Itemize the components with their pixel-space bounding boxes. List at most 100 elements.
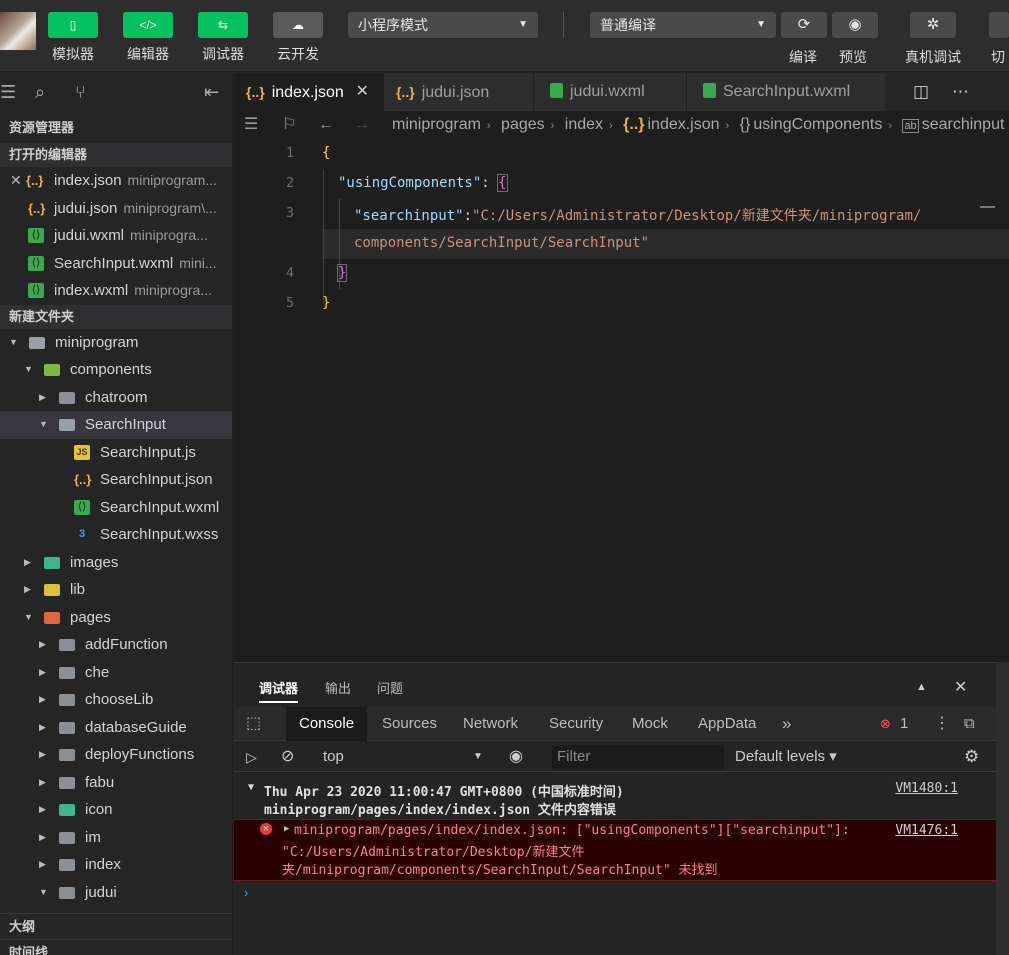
tree-item[interactable]: 3 SearchInput.wxss bbox=[0, 521, 232, 549]
bookmark-icon[interactable]: ⚐ bbox=[282, 111, 296, 139]
maximize-panel-icon[interactable]: ▲ bbox=[916, 681, 927, 693]
open-editors-section[interactable]: 打开的编辑器 bbox=[0, 143, 232, 167]
gear-icon[interactable]: ⚙ bbox=[964, 742, 979, 772]
tree-item[interactable]: ▼ SearchInput bbox=[0, 411, 232, 439]
open-editor-item[interactable]: ✕ {..} index.json miniprogram... bbox=[0, 167, 232, 195]
outline-section[interactable]: 大纲 bbox=[0, 913, 232, 939]
context-select-value[interactable]: top bbox=[323, 742, 344, 772]
compile-button[interactable]: ⟳ bbox=[781, 12, 827, 38]
tab-mock[interactable]: Mock bbox=[632, 707, 668, 741]
chevron-down-icon[interactable]: ▼ bbox=[9, 329, 18, 357]
mode-select[interactable]: 小程序模式 ▼ bbox=[348, 12, 538, 38]
forward-arrow-icon[interactable]: → bbox=[354, 111, 370, 139]
tree-item[interactable]: ▶ images bbox=[0, 549, 232, 577]
clear-console-icon[interactable]: ⊘ bbox=[281, 742, 294, 772]
tree-item[interactable]: ▼ miniprogram bbox=[0, 329, 232, 357]
compile-select[interactable]: 普通编译 ▼ bbox=[590, 12, 776, 38]
menu-icon[interactable]: ☰ bbox=[0, 82, 16, 103]
chevron-right-icon[interactable]: ▶ bbox=[39, 741, 46, 769]
search-icon[interactable]: ⌕ bbox=[35, 82, 45, 103]
open-editor-item[interactable]: ⟨⟩ judui.wxml miniprogra... bbox=[0, 222, 232, 250]
expand-arrow-icon[interactable]: ▶ bbox=[284, 824, 289, 834]
chevron-right-icon[interactable]: ▶ bbox=[39, 851, 46, 879]
chevron-right-icon[interactable]: ▶ bbox=[24, 576, 31, 604]
breadcrumb-item[interactable]: pages bbox=[501, 116, 545, 133]
breadcrumb-item[interactable]: index bbox=[565, 116, 603, 133]
error-count[interactable]: 1 bbox=[900, 707, 908, 741]
chevron-right-icon[interactable]: ▶ bbox=[39, 824, 46, 852]
tab-judui-wxml[interactable]: judui.wxml bbox=[534, 73, 687, 111]
tab-problems[interactable]: 问题 bbox=[377, 678, 403, 697]
filter-input[interactable]: Filter bbox=[552, 745, 724, 769]
breadcrumb-item[interactable]: index.json bbox=[647, 116, 719, 133]
open-editor-item[interactable]: {..} judui.json miniprogram\... bbox=[0, 195, 232, 223]
chevron-down-icon[interactable]: ▼ bbox=[39, 411, 48, 439]
tree-item[interactable]: ▶ deployFunctions bbox=[0, 741, 232, 769]
open-editor-item[interactable]: ⟨⟩ SearchInput.wxml mini... bbox=[0, 250, 232, 278]
editor-button[interactable]: </> 编辑器 bbox=[113, 0, 183, 72]
kebab-menu-icon[interactable]: ⋮ bbox=[934, 707, 950, 741]
tree-item[interactable]: ▶ chooseLib bbox=[0, 686, 232, 714]
tree-item[interactable]: ▶ fabu bbox=[0, 769, 232, 797]
tab-appdata[interactable]: AppData bbox=[698, 707, 756, 741]
tree-item[interactable]: ▶ addFunction bbox=[0, 631, 232, 659]
chevron-right-icon[interactable]: ▶ bbox=[39, 686, 46, 714]
list-icon[interactable]: ☰ bbox=[244, 111, 258, 139]
switch-button[interactable] bbox=[989, 12, 1009, 38]
tree-item[interactable]: ⟨⟩ SearchInput.wxml bbox=[0, 494, 232, 522]
source-control-icon[interactable]: ⑂ bbox=[75, 82, 86, 103]
tree-item[interactable]: ▶ icon bbox=[0, 796, 232, 824]
breadcrumb-item[interactable]: usingComponents bbox=[753, 116, 882, 133]
inspect-element-icon[interactable]: ⬚ bbox=[246, 707, 261, 741]
tree-item[interactable]: ▶ im bbox=[0, 824, 232, 852]
tree-item[interactable]: ▶ databaseGuide bbox=[0, 714, 232, 742]
eye-icon[interactable]: ◉ bbox=[509, 742, 523, 772]
avatar[interactable] bbox=[0, 12, 36, 50]
tree-item[interactable]: ▼ judui bbox=[0, 879, 232, 907]
tab-console[interactable]: Console bbox=[286, 707, 368, 741]
panel-scrollbar[interactable] bbox=[996, 662, 1009, 955]
tab-debugger[interactable]: 调试器 bbox=[259, 678, 299, 703]
chevron-right-icon[interactable]: ▶ bbox=[39, 631, 46, 659]
breadcrumb-item[interactable]: searchinput bbox=[922, 116, 1005, 133]
tree-item[interactable]: ▶ index bbox=[0, 851, 232, 879]
tree-item[interactable]: ▼ components bbox=[0, 356, 232, 384]
close-icon[interactable]: ✕ bbox=[356, 73, 369, 111]
breadcrumb-item[interactable]: miniprogram bbox=[392, 116, 481, 133]
collapse-sidebar-icon[interactable]: ⇤ bbox=[204, 82, 219, 103]
chevron-down-icon[interactable]: ▼ bbox=[24, 604, 33, 632]
tab-network[interactable]: Network bbox=[463, 707, 518, 741]
tab-security[interactable]: Security bbox=[549, 707, 603, 741]
default-levels-select[interactable]: Default levels ▾ bbox=[735, 742, 837, 772]
close-icon[interactable]: ✕ bbox=[954, 677, 967, 697]
timeline-section[interactable]: 时间线 bbox=[0, 939, 232, 955]
more-actions-icon[interactable]: ⋯ bbox=[952, 82, 969, 102]
chevron-right-icon[interactable]: ▶ bbox=[39, 796, 46, 824]
cloud-button[interactable]: ☁ 云开发 bbox=[263, 0, 333, 72]
simulator-button[interactable]: ▯ 模拟器 bbox=[38, 0, 108, 72]
chevron-down-icon[interactable]: ▼ bbox=[24, 356, 33, 384]
chevron-down-icon[interactable]: ▼ bbox=[473, 742, 483, 772]
tree-item[interactable]: ▶ chatroom bbox=[0, 384, 232, 412]
chevron-right-icon[interactable]: ▶ bbox=[24, 549, 31, 577]
open-editor-item[interactable]: ⟨⟩ index.wxml miniprogra... bbox=[0, 277, 232, 305]
more-tabs-button[interactable]: » bbox=[782, 707, 791, 741]
log-source-link[interactable]: VM1480:1 bbox=[895, 781, 958, 796]
split-editor-icon[interactable]: ◫ bbox=[913, 82, 929, 102]
close-icon[interactable]: ✕ bbox=[10, 167, 22, 195]
tree-item[interactable]: ▶ lib bbox=[0, 576, 232, 604]
log-source-link[interactable]: VM1476:1 bbox=[895, 823, 958, 838]
console-prompt[interactable]: › bbox=[244, 885, 248, 900]
tree-item[interactable]: JS SearchInput.js bbox=[0, 439, 232, 467]
tab-index-json[interactable]: {..} index.json ✕ bbox=[234, 73, 384, 111]
tree-item[interactable]: {..} SearchInput.json bbox=[0, 466, 232, 494]
tree-item[interactable]: ▼ pages bbox=[0, 604, 232, 632]
chevron-right-icon[interactable]: ▶ bbox=[39, 384, 46, 412]
preview-button[interactable]: ◉ bbox=[832, 12, 878, 38]
code-editor[interactable]: 1 2 3 4 5 { "usingComponents": { "search… bbox=[234, 139, 1009, 662]
project-section[interactable]: 新建文件夹 bbox=[0, 304, 232, 329]
tab-sources[interactable]: Sources bbox=[382, 707, 437, 741]
debugger-button[interactable]: ⇆ 调试器 bbox=[188, 0, 258, 72]
chevron-right-icon[interactable]: ▶ bbox=[39, 769, 46, 797]
tab-searchinput-wxml[interactable]: SearchInput.wxml bbox=[687, 73, 887, 111]
